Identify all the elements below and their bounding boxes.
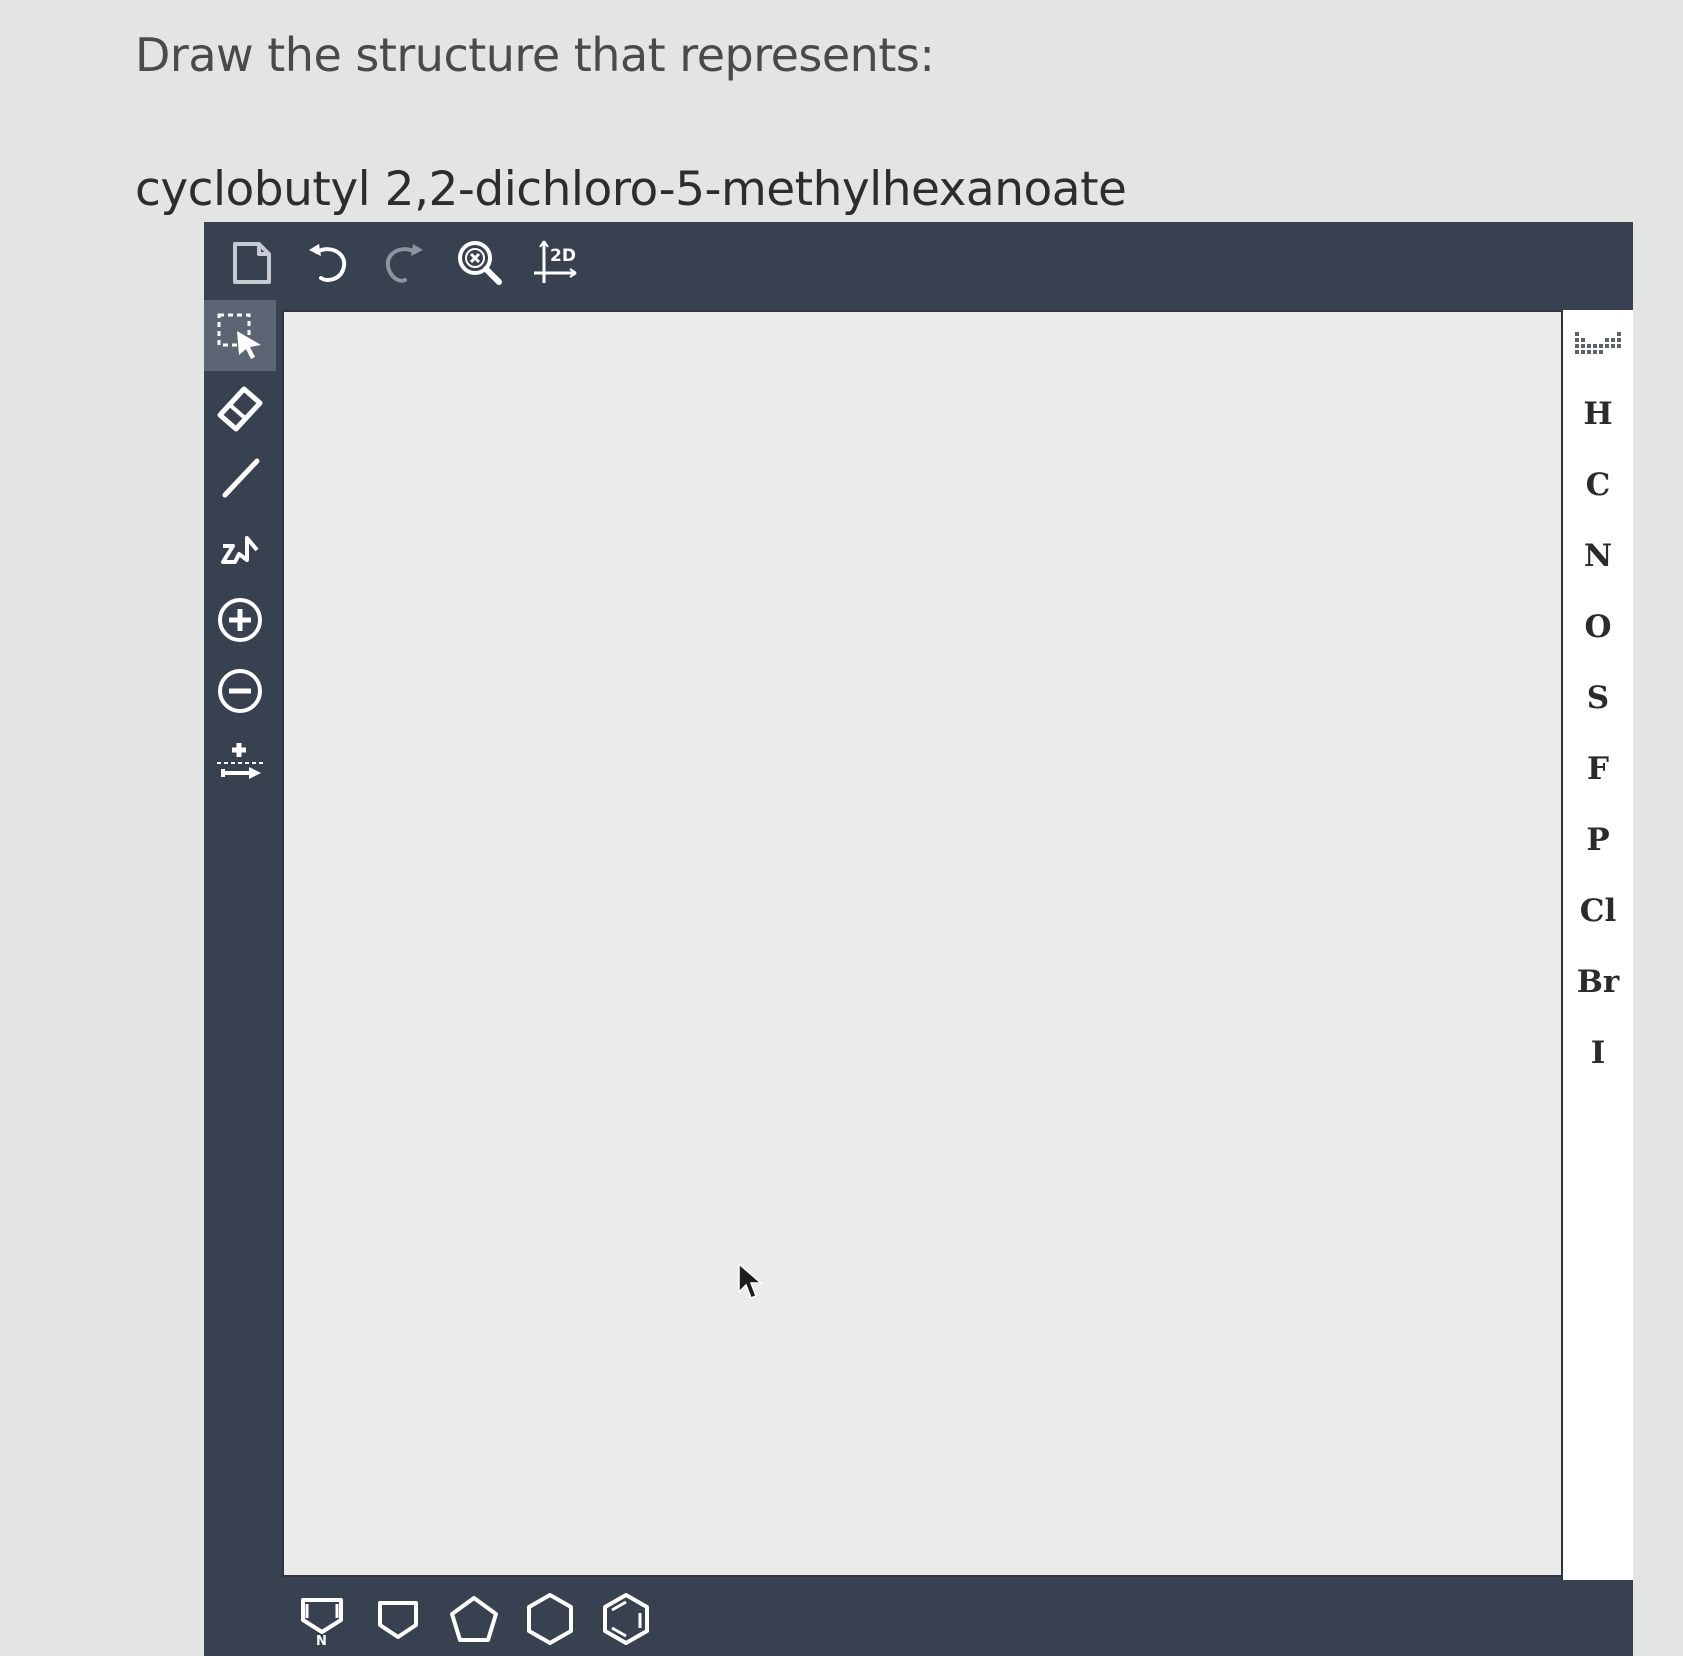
left-toolbar: [204, 300, 276, 797]
top-toolbar: 2D: [204, 222, 1633, 304]
clean-2d-button[interactable]: 2D: [518, 228, 594, 298]
bond-line-icon: [222, 458, 260, 497]
element-o-button[interactable]: O: [1563, 591, 1633, 662]
mouse-cursor-icon: [738, 1262, 763, 1299]
element-f-button[interactable]: F: [1563, 733, 1633, 804]
single-bond-tool-button[interactable]: [204, 442, 276, 513]
redo-icon: [385, 244, 423, 283]
clean-2d-icon: 2D: [534, 240, 577, 283]
cyclohexane-template-button[interactable]: [512, 1582, 588, 1656]
element-h-button[interactable]: H: [1563, 378, 1633, 449]
element-s-button[interactable]: S: [1563, 662, 1633, 733]
periodic-table-icon: [1575, 332, 1621, 354]
chain-tool-button[interactable]: [204, 513, 276, 584]
redo-button[interactable]: [366, 228, 442, 298]
pentagon-icon: [450, 1596, 498, 1642]
question-instruction: Draw the structure that represents:: [135, 28, 935, 82]
plus-circle-icon: [218, 597, 262, 642]
benzene-template-button[interactable]: [588, 1582, 664, 1656]
chain-icon: [221, 535, 259, 564]
cyclobutane-template-button[interactable]: [360, 1582, 436, 1656]
positive-charge-button[interactable]: [204, 584, 276, 655]
square-ring-icon: [378, 1601, 418, 1639]
cyclopentane-template-button[interactable]: [436, 1582, 512, 1656]
element-p-button[interactable]: P: [1563, 804, 1633, 875]
template-toolbar: N: [284, 1582, 664, 1656]
periodic-table-button[interactable]: [1563, 310, 1633, 378]
clear-canvas-button[interactable]: [214, 228, 290, 298]
undo-button[interactable]: [290, 228, 366, 298]
element-c-button[interactable]: C: [1563, 449, 1633, 520]
zoom-clear-button[interactable]: [442, 228, 518, 298]
element-i-button[interactable]: I: [1563, 1017, 1633, 1088]
document-icon: [233, 242, 271, 284]
element-br-button[interactable]: Br: [1563, 946, 1633, 1017]
minus-circle-icon: [218, 668, 262, 713]
compound-name: cyclobutyl 2,2-dichloro-5-methylhexanoat…: [135, 162, 1127, 217]
structure-editor: 2D H C N O S F P Cl Br I N: [204, 222, 1633, 1656]
hexagon-icon: [527, 1593, 573, 1645]
pyrrole-n-label: N: [316, 1634, 327, 1646]
magnifier-x-icon: [458, 241, 502, 285]
selection-arrow-icon: [217, 313, 261, 359]
eraser-tool-button[interactable]: [204, 371, 276, 442]
pyrrole-template-button[interactable]: N: [284, 1582, 360, 1656]
n-ring-icon: N: [301, 1598, 343, 1646]
reaction-arrow-icon: [217, 742, 263, 779]
benzene-icon: [603, 1593, 649, 1645]
undo-icon: [309, 244, 347, 282]
element-panel: H C N O S F P Cl Br I: [1561, 310, 1633, 1580]
negative-charge-button[interactable]: [204, 655, 276, 726]
eraser-icon: [217, 386, 263, 431]
element-n-button[interactable]: N: [1563, 520, 1633, 591]
element-cl-button[interactable]: Cl: [1563, 875, 1633, 946]
select-tool-button[interactable]: [204, 300, 276, 371]
clean-2d-label: 2D: [550, 246, 576, 266]
drawing-canvas[interactable]: [282, 310, 1564, 1577]
reaction-arrow-button[interactable]: [204, 726, 276, 797]
